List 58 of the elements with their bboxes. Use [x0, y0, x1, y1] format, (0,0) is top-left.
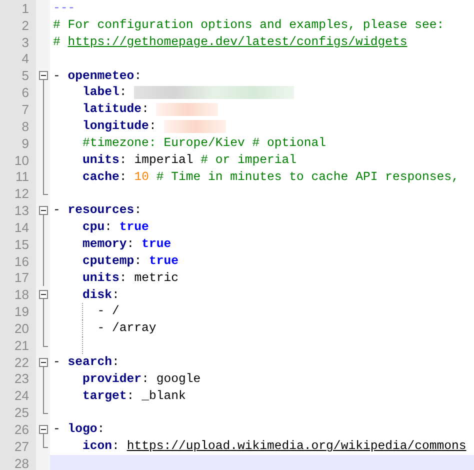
code-line: icon: https://upload.wikimedia.org/wikipedia/commons [82, 440, 466, 452]
fold-toggle-icon[interactable] [39, 425, 48, 434]
line-number: 26 [14, 423, 29, 436]
code-line: # For configuration options and examples, please see: [53, 19, 444, 32]
code-line: # https://gethomepage.dev/latest/configs/widgets [53, 36, 408, 48]
code-line: units: imperial # or imperial [82, 154, 297, 166]
fold-toggle-icon[interactable] [39, 358, 48, 367]
line-number: 28 [14, 456, 29, 470]
line-number: 22 [14, 356, 29, 369]
code-line: cputemp: true [82, 254, 178, 268]
code-line: - logo: [53, 423, 105, 436]
code-line: - / [96, 305, 120, 318]
line-number: 11 [16, 170, 29, 184]
fold-toggle-icon[interactable] [39, 290, 48, 300]
line-number: 27 [14, 440, 29, 453]
link[interactable]: https://gethomepage.dev/latest/configs/widgets [68, 36, 408, 48]
line-number: 4 [22, 52, 29, 66]
code-line: - search: [53, 356, 120, 368]
line-number: 12 [14, 187, 29, 200]
line-number: 17 [14, 271, 29, 284]
line-number: 13 [14, 204, 29, 218]
code-line: - openmeteo: [53, 70, 142, 82]
code-line: target: _blank [82, 390, 186, 402]
line-number: 23 [14, 372, 29, 386]
line-number: 14 [14, 220, 29, 234]
line-number: 15 [14, 238, 29, 251]
code-line: label: [53, 86, 294, 100]
line-number: 1 [22, 2, 29, 15]
line-number: 24 [14, 389, 29, 402]
line-number: 20 [14, 322, 29, 335]
line-number: 3 [22, 36, 29, 49]
code-line: provider: google [82, 372, 201, 386]
line-number: 21 [14, 338, 29, 352]
line-number: 6 [22, 86, 29, 100]
line-number: 10 [14, 154, 29, 167]
code-line: disk: [82, 288, 120, 301]
line-number: 9 [22, 136, 29, 150]
line-number: 2 [22, 18, 29, 32]
line-number: 5 [22, 69, 29, 82]
line-number: 25 [14, 406, 29, 420]
line-number: 16 [14, 254, 29, 268]
code-line: --- [53, 2, 76, 15]
code-line: latitude: [53, 102, 218, 116]
code-line: longitude: [53, 120, 226, 133]
line-number: 19 [14, 305, 29, 318]
fold-toggle-icon[interactable] [39, 206, 48, 216]
code-line: units: metric [82, 272, 178, 284]
code-line: cpu: true [82, 221, 149, 234]
fold-toggle-icon[interactable] [39, 71, 48, 80]
link[interactable]: https://upload.wikimedia.org/wikipedia/commons [126, 440, 466, 452]
code-line: memory: true [82, 238, 172, 250]
code-line: #timezone: Europe/Kiev # optional [82, 137, 326, 150]
code-line: cache: 10 # Time in minutes to cache API responses, [82, 170, 459, 183]
code-line: - /array [96, 322, 156, 335]
line-number: 7 [22, 102, 29, 116]
code-line: - resources: [53, 204, 142, 217]
line-number: 18 [14, 288, 29, 302]
line-number: 8 [22, 120, 29, 133]
